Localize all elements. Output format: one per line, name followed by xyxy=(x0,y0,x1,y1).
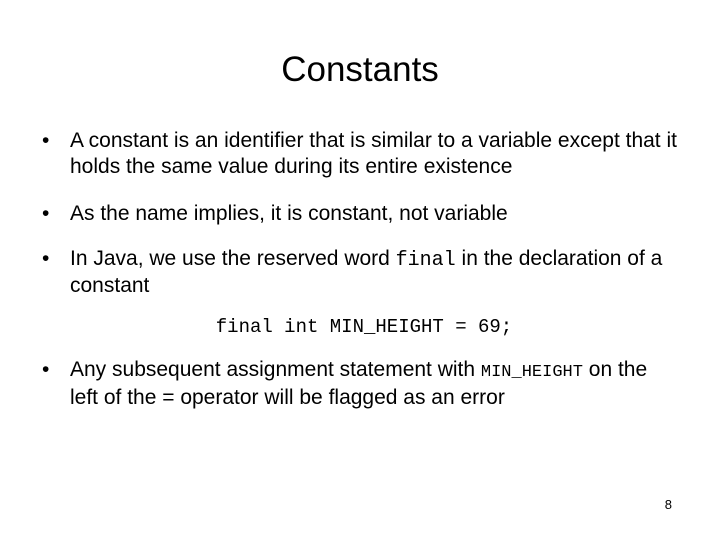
bullet-dot-icon: • xyxy=(42,129,50,152)
page-title: Constants xyxy=(281,50,439,89)
bullet-text-java-final-lead: In Java, we use the reserved word xyxy=(70,246,396,270)
bullet-text-constant-definition: A constant is an identifier that is simi… xyxy=(70,129,677,178)
page-number: 8 xyxy=(664,497,672,512)
bullet-text-reassignment-error: Any subsequent assignment statement with… xyxy=(70,357,680,411)
bullet-item-name-implies: • As the name implies, it is constant, n… xyxy=(40,201,680,227)
bullet-dot-icon: • xyxy=(42,202,50,225)
bullet-text-java-final: In Java, we use the reserved word final … xyxy=(70,246,680,299)
bullet-item-constant-definition: • A constant is an identifier that is si… xyxy=(40,128,680,179)
bullet-item-reassignment-error: • Any subsequent assignment statement wi… xyxy=(40,357,680,411)
slide: Constants • A constant is an identifier … xyxy=(0,0,720,540)
bullet-item-java-final: • In Java, we use the reserved word fina… xyxy=(40,246,680,299)
code-example-statement: final int MIN_HEIGHT = 69; xyxy=(215,315,513,338)
slide-body: • A constant is an identifier that is si… xyxy=(40,128,680,411)
inline-code-final: final xyxy=(395,248,456,272)
bullet-text-reassignment-error-lead: Any subsequent assignment statement with xyxy=(70,357,481,381)
bullet-text-name-implies: As the name implies, it is constant, not… xyxy=(70,202,508,225)
inline-code-min-height: MIN_HEIGHT xyxy=(480,362,583,382)
bullet-dot-icon: • xyxy=(42,357,50,381)
bullet-dot-icon: • xyxy=(42,246,50,270)
